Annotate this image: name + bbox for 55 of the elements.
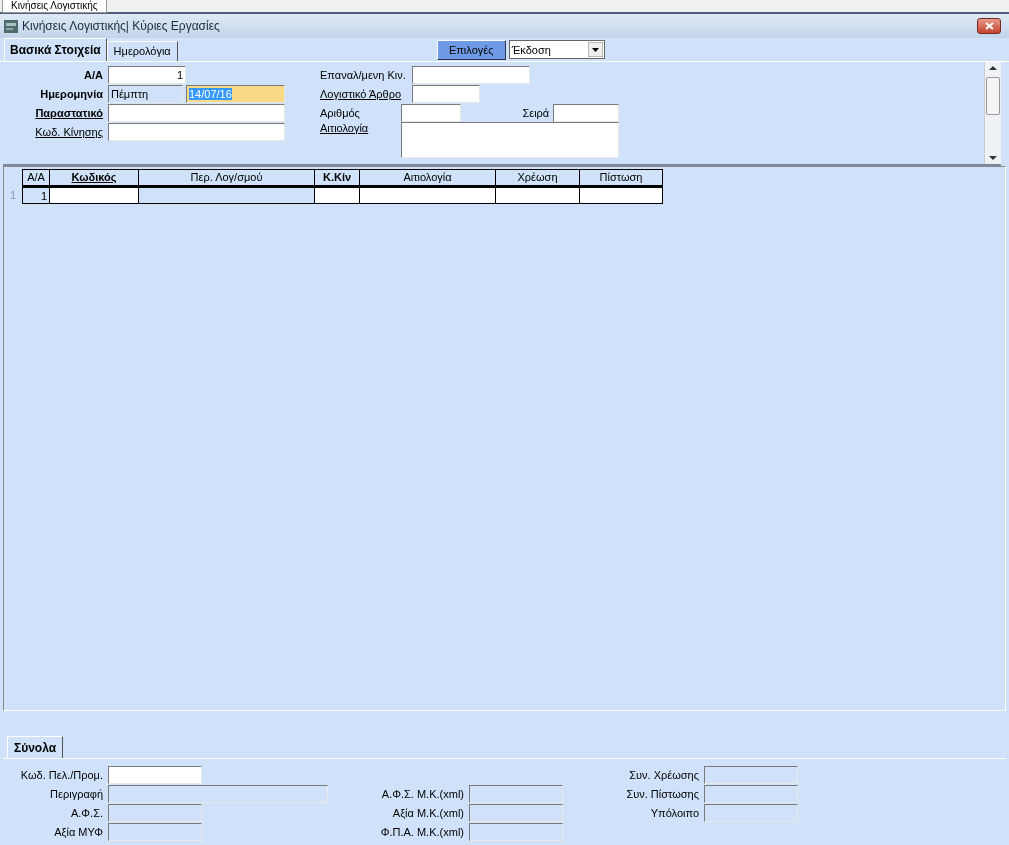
- field-label: Φ.Π.Α. Μ.Κ.(xml): [379, 825, 465, 838]
- table-cell[interactable]: [495, 186, 580, 204]
- field-label: Α.Φ.Σ. Μ.Κ.(xml): [380, 787, 465, 800]
- document-tab[interactable]: Κινήσεις Λογιστικής: [2, 0, 107, 13]
- input-field[interactable]: [412, 84, 480, 103]
- text-area[interactable]: [400, 122, 619, 158]
- column-header: Χρέωση: [495, 169, 580, 186]
- field-label[interactable]: Παραστατικό: [3, 106, 108, 119]
- input-field[interactable]: [412, 65, 530, 84]
- field-label: Αριθμός: [319, 106, 361, 119]
- options-button[interactable]: Επιλογές: [436, 39, 506, 60]
- window-title: Κινήσεις Λογιστικής| Κύριες Εργασίες: [22, 19, 221, 33]
- field-label: Συν. Πίστωσης: [625, 787, 700, 800]
- input-field[interactable]: 1: [108, 65, 186, 84]
- close-icon: [984, 22, 994, 30]
- field-label: Σειρά: [521, 106, 551, 119]
- field-label: Ημερομηνία: [39, 87, 104, 100]
- field-label: Συν. Χρέωσης: [628, 768, 700, 781]
- table-cell[interactable]: 1: [22, 186, 50, 204]
- field-label: Αξία ΜΥΦ: [53, 825, 104, 838]
- tab[interactable]: Σύνολα: [7, 736, 64, 758]
- table-cell[interactable]: [359, 186, 496, 204]
- app-icon: [4, 19, 18, 33]
- field-label: Κωδ. Πελ./Προμ.: [19, 768, 104, 781]
- input-field[interactable]: [108, 765, 202, 784]
- field-label: Περιγραφή: [49, 787, 104, 800]
- field-label[interactable]: Αιτιολογία: [319, 122, 401, 134]
- column-header: Περ. Λογ/σμού: [138, 169, 315, 186]
- close-button[interactable]: [977, 18, 1001, 34]
- caret-icon: [587, 42, 603, 57]
- table-cell[interactable]: [49, 186, 139, 204]
- column-header: Α/Α: [22, 169, 50, 186]
- field-label[interactable]: Κωδ. Κίνησης: [3, 125, 108, 138]
- field-label: Επαναλ/μενη Κιν.: [319, 68, 407, 81]
- column-header: Αιτιολογία: [359, 169, 496, 186]
- input-field[interactable]: [108, 103, 285, 122]
- table-cell[interactable]: [579, 186, 663, 204]
- field-label: Α.Φ.Σ.: [69, 806, 104, 819]
- row-header: 1: [9, 188, 18, 203]
- input-field[interactable]: [400, 103, 462, 122]
- field-label: Α/Α: [83, 68, 104, 81]
- field-label: Υπόλοιπο: [649, 806, 700, 819]
- column-header: Κ.Κίν: [314, 169, 360, 186]
- tab[interactable]: Βασικά Στοιχεία: [4, 38, 107, 61]
- column-header: Πίστωση: [579, 169, 663, 186]
- table-cell[interactable]: [314, 186, 360, 204]
- field-label[interactable]: Λογιστικό Άρθρο: [319, 87, 412, 100]
- field-label: Αξία Μ.Κ.(xml): [391, 806, 465, 819]
- dropdown[interactable]: Έκδοση: [508, 40, 605, 59]
- tab[interactable]: Ημερολόγια: [106, 41, 178, 61]
- scrollbar[interactable]: [984, 62, 1001, 164]
- column-header: Κωδικός: [49, 169, 139, 186]
- input-field[interactable]: [108, 122, 285, 141]
- input-field[interactable]: [553, 103, 619, 122]
- table-cell[interactable]: [138, 186, 315, 204]
